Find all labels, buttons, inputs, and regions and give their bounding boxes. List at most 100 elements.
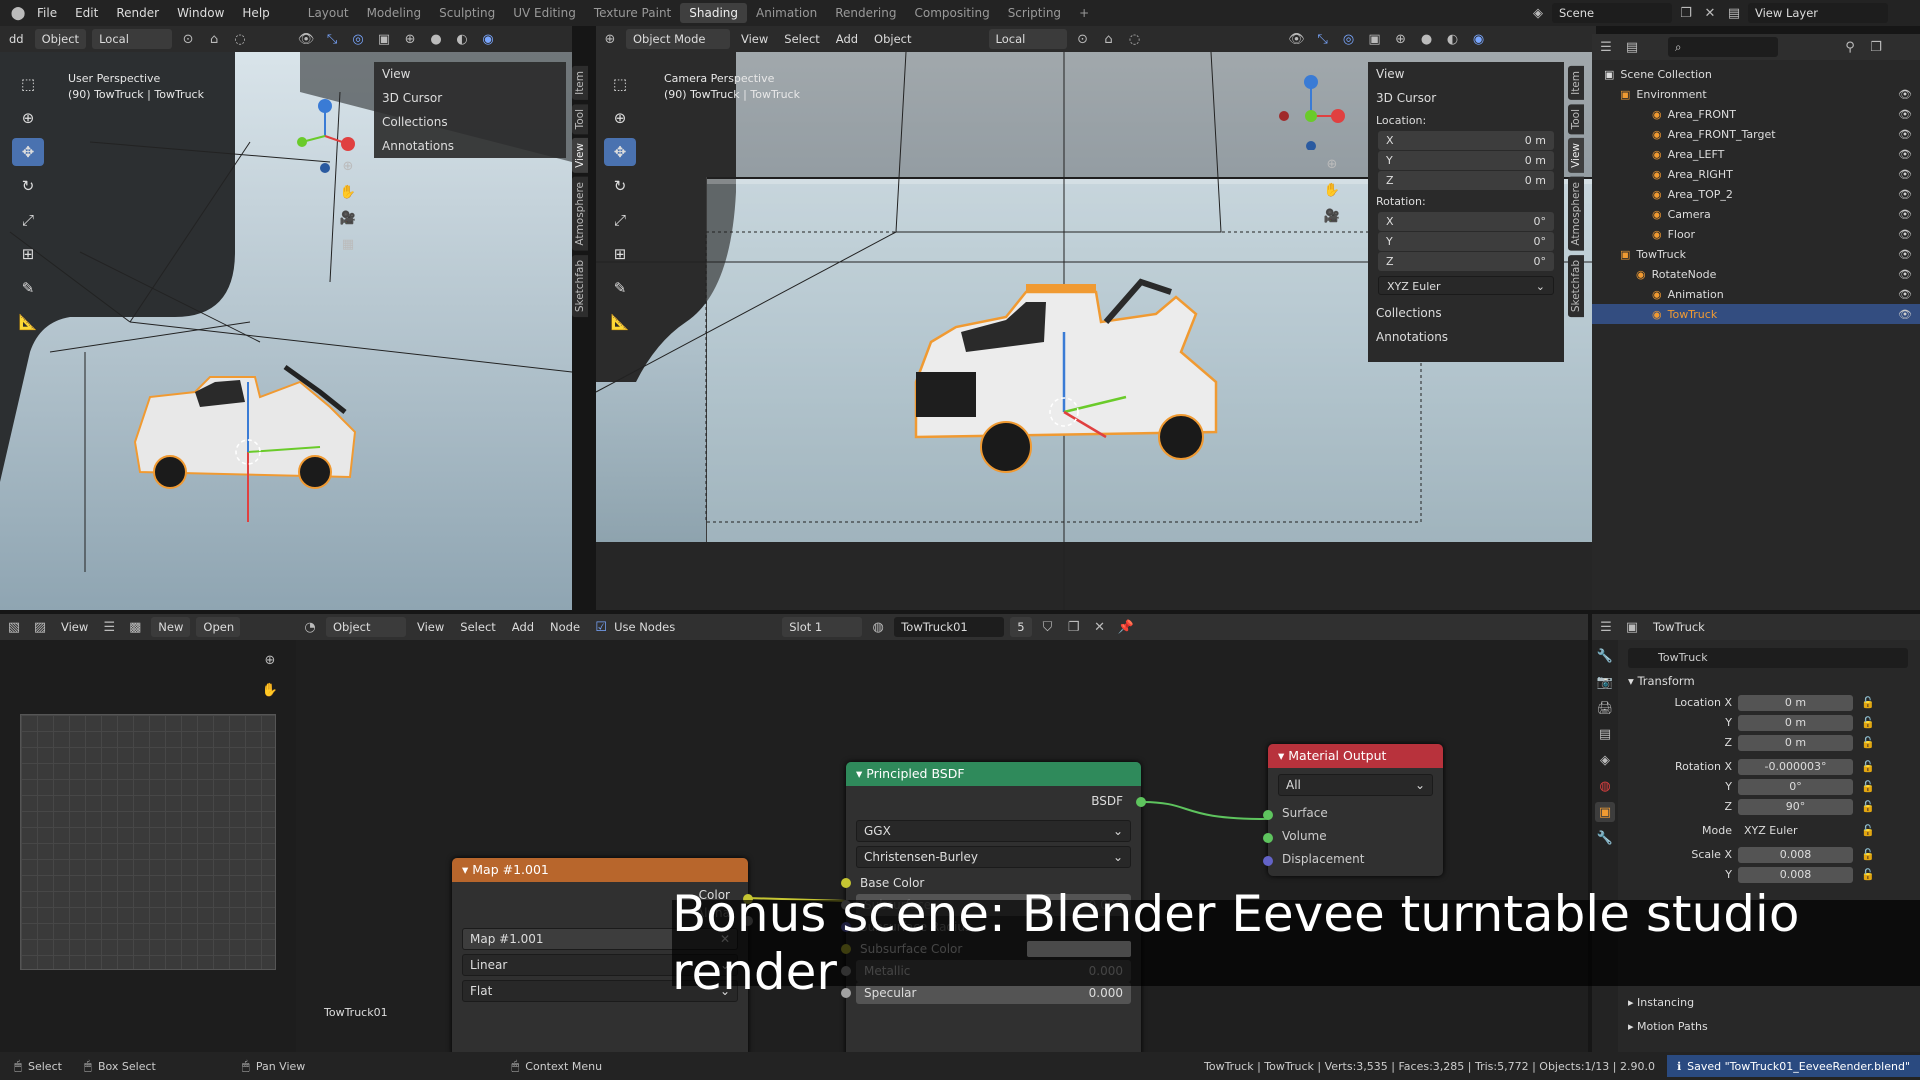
annotate-tool-icon[interactable]: ✎	[12, 274, 44, 302]
lock-icon[interactable]: 🔓	[1861, 824, 1875, 837]
overlay-icon[interactable]: ◎	[348, 29, 368, 49]
new-image-button[interactable]: New	[151, 617, 191, 637]
outliner-row[interactable]: ◉ Area_RIGHT 👁	[1592, 164, 1920, 184]
transform-tool-icon[interactable]: ⊞	[12, 240, 44, 268]
outliner-row[interactable]: ◉ TowTruck 👁	[1592, 304, 1920, 324]
orientation-dropdown-2[interactable]: Local	[988, 29, 1067, 49]
shading-rendered-icon-2[interactable]: ◉	[1469, 29, 1489, 49]
cursor-rot-y[interactable]: Y 0°	[1378, 232, 1554, 251]
pivot-icon-2[interactable]: ⊙	[1073, 29, 1093, 49]
target-dropdown[interactable]: All ⌄	[1278, 774, 1433, 796]
cursor-tool-icon[interactable]: ⊕	[12, 104, 44, 132]
proportional-icon[interactable]: ◌	[230, 29, 250, 49]
camera-view-icon[interactable]: 🎥	[338, 208, 358, 228]
visibility-eye-icon[interactable]: 👁	[1898, 128, 1912, 141]
shading-wire-icon[interactable]: ⊕	[400, 29, 420, 49]
viewport-user[interactable]: dd Object Local ⊙ ⌂ ◌ 👁 ⤡ ◎ ▣ ⊕ ● ◐ ◉ Us…	[0, 26, 572, 610]
bsdf-output-socket[interactable]	[1136, 797, 1146, 807]
outliner-row[interactable]: ▣ TowTruck 👁	[1592, 244, 1920, 264]
zoom-icon-img[interactable]: ⊕	[260, 650, 280, 670]
select-tool-icon[interactable]: ⬚	[12, 70, 44, 98]
transform-field[interactable]: 0.008	[1738, 846, 1853, 863]
select-tool-icon-2[interactable]: ⬚	[604, 70, 636, 98]
view-layer-field[interactable]: View Layer	[1748, 3, 1888, 23]
delete-scene-icon[interactable]: ✕	[1700, 3, 1720, 23]
tool-tab-icon[interactable]: 🔧	[1595, 646, 1615, 666]
tab-sketchfab[interactable]: Sketchfab	[572, 254, 588, 317]
image-slot-icon[interactable]: ▩	[125, 617, 145, 637]
lock-icon[interactable]: 🔓	[1861, 848, 1875, 861]
zoom-icon-2[interactable]: ⊕	[1322, 154, 1342, 174]
menu-edit[interactable]: Edit	[66, 6, 107, 20]
tab-view-2[interactable]: View	[1568, 138, 1584, 174]
motion-paths-panel[interactable]: ▸ Motion Paths	[1628, 1020, 1708, 1033]
transform-field[interactable]: 0 m	[1738, 714, 1853, 731]
menu-help[interactable]: Help	[233, 6, 278, 20]
visibility-eye-icon[interactable]: 👁	[1898, 188, 1912, 201]
render-tab-icon[interactable]: 📷	[1595, 672, 1615, 692]
cursor-rot-z[interactable]: Z 0°	[1378, 252, 1554, 271]
scene-field[interactable]: Scene	[1552, 3, 1672, 23]
scene-icon[interactable]: ◈	[1528, 3, 1548, 23]
cursor-loc-x[interactable]: X0 m	[1378, 131, 1554, 150]
measure-tool-icon-2[interactable]: 📐	[604, 308, 636, 336]
transform-field[interactable]: 0 m	[1738, 734, 1853, 751]
menu-select[interactable]: Select	[779, 32, 824, 46]
image-browse-icon[interactable]: ▨	[30, 617, 50, 637]
visibility-eye-icon[interactable]: 👁	[1898, 268, 1912, 281]
tab-tool-2[interactable]: Tool	[1568, 103, 1584, 135]
navigation-gizmo-2[interactable]	[1276, 70, 1346, 150]
pan-hand-icon[interactable]: ✋	[338, 182, 358, 202]
transform-tool-icon-2[interactable]: ⊞	[604, 240, 636, 268]
npanel-annotations-2[interactable]: Annotations	[1368, 325, 1564, 349]
menu-view[interactable]: View	[736, 32, 773, 46]
scene-tab-icon[interactable]: ◈	[1595, 750, 1615, 770]
distribution-dropdown[interactable]: GGX ⌄	[856, 820, 1131, 842]
npanel-collections-2[interactable]: Collections	[1368, 301, 1564, 325]
output-header[interactable]: ▾ Material Output	[1268, 744, 1443, 768]
shading-material-icon-2[interactable]: ◐	[1443, 29, 1463, 49]
lock-icon[interactable]: 🔓	[1861, 760, 1875, 773]
menu-add[interactable]: Add	[831, 32, 863, 46]
npanel-view[interactable]: View	[374, 62, 566, 86]
visibility-eye-icon[interactable]: 👁	[1898, 208, 1912, 221]
object-tab-icon[interactable]: ▣	[1595, 802, 1615, 822]
volume-socket[interactable]	[1263, 833, 1273, 843]
snap-icon[interactable]: ⌂	[204, 29, 224, 49]
cursor-rot-x[interactable]: X 0°	[1378, 212, 1554, 231]
tab-sketchfab-2[interactable]: Sketchfab	[1568, 254, 1584, 317]
outliner-row[interactable]: ◉ RotateNode 👁	[1592, 264, 1920, 284]
lock-icon[interactable]: 🔓	[1861, 696, 1875, 709]
lock-icon[interactable]: 🔓	[1861, 716, 1875, 729]
cursor-loc-y[interactable]: Y0 m	[1378, 151, 1554, 170]
outliner-row[interactable]: ◉ Area_LEFT 👁	[1592, 144, 1920, 164]
add-workspace-button[interactable]: +	[1070, 3, 1098, 23]
tab-sculpting[interactable]: Sculpting	[430, 3, 504, 23]
transform-field[interactable]: 0°	[1738, 778, 1853, 795]
zoom-icon[interactable]: ⊕	[338, 156, 358, 176]
surface-socket[interactable]	[1263, 810, 1273, 820]
scale-tool-icon[interactable]: ⤢	[12, 206, 44, 234]
tab-atmosphere[interactable]: Atmosphere	[572, 177, 588, 251]
image-view-menu[interactable]: View	[56, 620, 93, 634]
transform-field[interactable]: XYZ Euler	[1738, 822, 1853, 839]
viewport-camera[interactable]: ⊕ Object Mode View Select Add Object Loc…	[596, 26, 1596, 610]
shading-solid-icon[interactable]: ●	[426, 29, 446, 49]
menu-object[interactable]: Object	[869, 32, 916, 46]
tab-modeling[interactable]: Modeling	[358, 3, 431, 23]
filter-icon[interactable]: ⚲	[1840, 37, 1860, 57]
orientation-dropdown[interactable]: Local	[92, 29, 173, 49]
new-collection-icon[interactable]: ❐	[1866, 37, 1886, 57]
gizmo-icon[interactable]: ⤡	[322, 29, 342, 49]
display-mode-icon[interactable]: ▤	[1622, 37, 1642, 57]
scale-tool-icon-2[interactable]: ⤢	[604, 206, 636, 234]
move-tool-icon-2[interactable]: ✥	[604, 138, 636, 166]
outliner-editor-icon[interactable]: ☰	[1596, 37, 1616, 57]
properties-editor-icon[interactable]: ☰	[1596, 617, 1616, 637]
lock-icon[interactable]: 🔓	[1861, 780, 1875, 793]
lock-icon[interactable]: 🔓	[1861, 736, 1875, 749]
bsdf-header[interactable]: ▾ Principled BSDF	[846, 762, 1141, 786]
tab-atmosphere-2[interactable]: Atmosphere	[1568, 177, 1584, 251]
overlay-icon-2[interactable]: ◎	[1339, 29, 1359, 49]
displacement-socket[interactable]	[1263, 856, 1273, 866]
